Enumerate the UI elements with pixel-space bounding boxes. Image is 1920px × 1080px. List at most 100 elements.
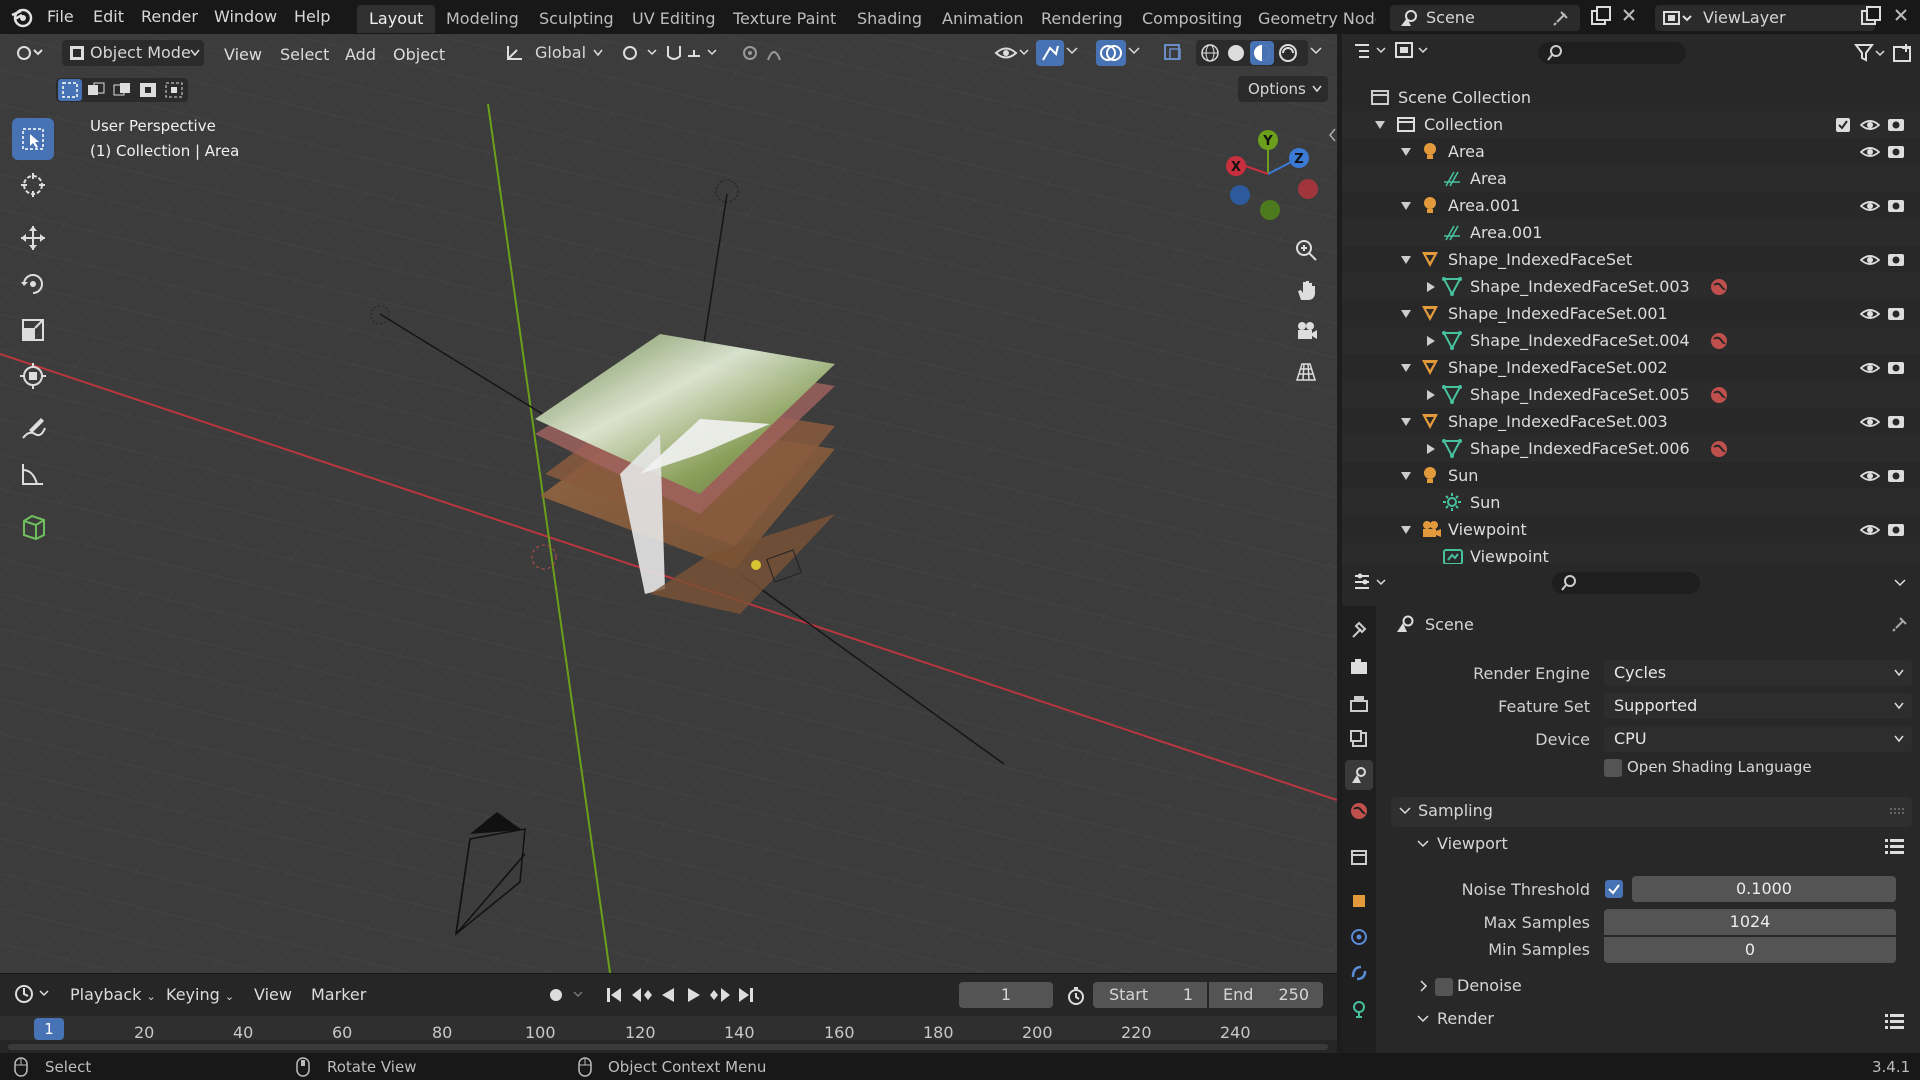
select-new-icon[interactable] <box>58 79 82 101</box>
scale-tool[interactable] <box>12 309 54 351</box>
render-camera-icon[interactable] <box>1887 521 1905 537</box>
keying-menu[interactable]: Keying ⌄ <box>166 982 234 1008</box>
tab-rendering[interactable]: Rendering <box>1029 5 1135 33</box>
scene-selector[interactable]: Scene <box>1390 5 1580 31</box>
menu-select[interactable]: Select <box>280 43 329 67</box>
jump-end-icon[interactable] <box>736 985 756 1005</box>
menu-edit[interactable]: Edit <box>93 5 124 29</box>
expand-arrow-icon[interactable] <box>1400 471 1412 481</box>
outliner-row-data[interactable]: Shape_IndexedFaceSet.003 <box>1342 273 1920 300</box>
visibility-eye-icon[interactable] <box>1860 414 1880 430</box>
render-camera-icon[interactable] <box>1887 413 1905 429</box>
viewport-canvas[interactable] <box>0 34 1337 973</box>
noise-threshold-field[interactable]: 0.1000 <box>1632 876 1896 902</box>
play-reverse-icon[interactable] <box>658 985 678 1005</box>
object-tab-icon[interactable] <box>1345 886 1373 916</box>
rendered-shading-icon[interactable] <box>1278 43 1298 63</box>
filter-icon[interactable] <box>1854 42 1886 64</box>
delete-view-layer-icon[interactable] <box>1893 7 1909 23</box>
shading-dropdown-icon[interactable] <box>1310 46 1322 56</box>
playhead[interactable]: 1 <box>34 1018 64 1040</box>
tab-layout[interactable]: Layout <box>357 5 436 33</box>
denoise-checkbox[interactable] <box>1435 978 1453 996</box>
data-tab-icon[interactable] <box>1345 994 1373 1024</box>
outliner-row-data[interactable]: Shape_IndexedFaceSet.004 <box>1342 327 1920 354</box>
new-view-layer-icon[interactable] <box>1860 6 1882 26</box>
outliner-row-object[interactable]: Area.001 <box>1342 192 1920 219</box>
new-collection-icon[interactable] <box>1892 42 1914 64</box>
outliner-row-object[interactable]: Shape_IndexedFaceSet <box>1342 246 1920 273</box>
pin-icon[interactable] <box>1552 9 1570 27</box>
scene-tab-icon[interactable] <box>1345 760 1373 790</box>
outliner-row-scene-collection[interactable]: Scene Collection <box>1342 84 1920 111</box>
material-icon[interactable] <box>1710 332 1728 350</box>
blender-logo-icon[interactable] <box>10 6 34 28</box>
playback-menu[interactable]: Playback ⌄ <box>70 982 156 1008</box>
start-frame-field[interactable]: Start 1 <box>1093 982 1207 1008</box>
render-camera-icon[interactable] <box>1887 197 1905 213</box>
tab-compositing[interactable]: Compositing <box>1130 5 1254 33</box>
annotate-tool[interactable] <box>12 407 54 449</box>
outliner-row-data[interactable]: Sun <box>1342 489 1920 516</box>
render-sampling-subpanel[interactable]: Render <box>1391 1005 1912 1035</box>
drag-handle-icon[interactable] <box>1889 807 1905 815</box>
camera-view-icon[interactable] <box>1288 313 1324 349</box>
select-intersect-icon[interactable] <box>162 79 186 101</box>
menu-file[interactable]: File <box>47 5 74 29</box>
render-camera-icon[interactable] <box>1887 143 1905 159</box>
tab-sculpting[interactable]: Sculpting <box>527 5 626 33</box>
measure-tool[interactable] <box>12 453 54 495</box>
sampling-panel-header[interactable]: Sampling <box>1391 797 1912 827</box>
gizmo-dropdown-icon[interactable] <box>1066 46 1078 56</box>
stopwatch-icon[interactable] <box>1066 986 1086 1006</box>
outliner-row-data[interactable]: Shape_IndexedFaceSet.006 <box>1342 435 1920 462</box>
options-dropdown[interactable]: Options <box>1238 76 1328 102</box>
visibility-eye-icon[interactable] <box>1860 468 1880 484</box>
select-extend-icon[interactable] <box>84 79 108 101</box>
add-cube-tool[interactable] <box>12 505 54 547</box>
menu-object[interactable]: Object <box>393 43 445 67</box>
outliner-search-input[interactable] <box>1538 42 1686 64</box>
transform-orientation[interactable]: Global <box>505 40 605 66</box>
outliner-row-object[interactable]: Shape_IndexedFaceSet.003 <box>1342 408 1920 435</box>
record-keyframe-icon[interactable] <box>548 986 590 1004</box>
max-samples-field[interactable]: 1024 <box>1604 909 1896 935</box>
menu-window[interactable]: Window <box>214 5 277 29</box>
ortho-grid-icon[interactable] <box>1288 354 1324 390</box>
display-mode-icon[interactable] <box>1394 40 1430 62</box>
chevron-down-icon[interactable] <box>1894 578 1906 588</box>
timeline-scrollbar[interactable] <box>8 1044 1328 1050</box>
solid-shading-icon[interactable] <box>1226 43 1246 63</box>
expand-arrow-icon[interactable] <box>1400 201 1412 211</box>
device-dropdown[interactable]: CPU <box>1604 726 1912 752</box>
constraints-tab-icon[interactable] <box>1345 958 1373 988</box>
tab-shading[interactable]: Shading <box>845 5 934 33</box>
render-camera-icon[interactable] <box>1887 116 1905 132</box>
expand-arrow-icon[interactable] <box>1400 363 1412 373</box>
pivot-point-icon[interactable] <box>620 43 660 63</box>
properties-search-input[interactable] <box>1552 572 1700 594</box>
outliner-row-data[interactable]: Shape_IndexedFaceSet.005 <box>1342 381 1920 408</box>
expand-arrow-icon[interactable] <box>1400 417 1412 427</box>
visibility-eye-icon[interactable] <box>1860 144 1880 160</box>
menu-render[interactable]: Render <box>141 5 198 29</box>
render-engine-dropdown[interactable]: Cycles <box>1604 660 1912 686</box>
outliner-row-object[interactable]: Viewpoint <box>1342 516 1920 543</box>
outliner-row-collection[interactable]: Collection <box>1342 111 1920 138</box>
outliner-row-object[interactable]: Shape_IndexedFaceSet.001 <box>1342 300 1920 327</box>
3d-viewport[interactable]: Object Mode View Select Add Object Globa… <box>0 34 1337 973</box>
outliner-row-data[interactable]: Area.001 <box>1342 219 1920 246</box>
expand-arrow-icon[interactable] <box>1374 120 1386 130</box>
mode-selector[interactable]: Object Mode <box>62 40 204 66</box>
overlays-toggle-icon[interactable] <box>1096 40 1126 66</box>
render-tab-icon[interactable] <box>1345 652 1373 682</box>
play-icon[interactable] <box>684 985 704 1005</box>
outliner-row-data[interactable]: Area <box>1342 165 1920 192</box>
timeline-editor-icon[interactable] <box>12 983 52 1005</box>
delete-scene-icon[interactable] <box>1621 7 1637 23</box>
presets-list-icon[interactable] <box>1885 837 1905 855</box>
prev-keyframe-icon[interactable] <box>630 985 654 1005</box>
cursor-tool[interactable] <box>12 164 54 206</box>
pin-icon[interactable] <box>1892 616 1908 632</box>
menu-help[interactable]: Help <box>294 5 330 29</box>
